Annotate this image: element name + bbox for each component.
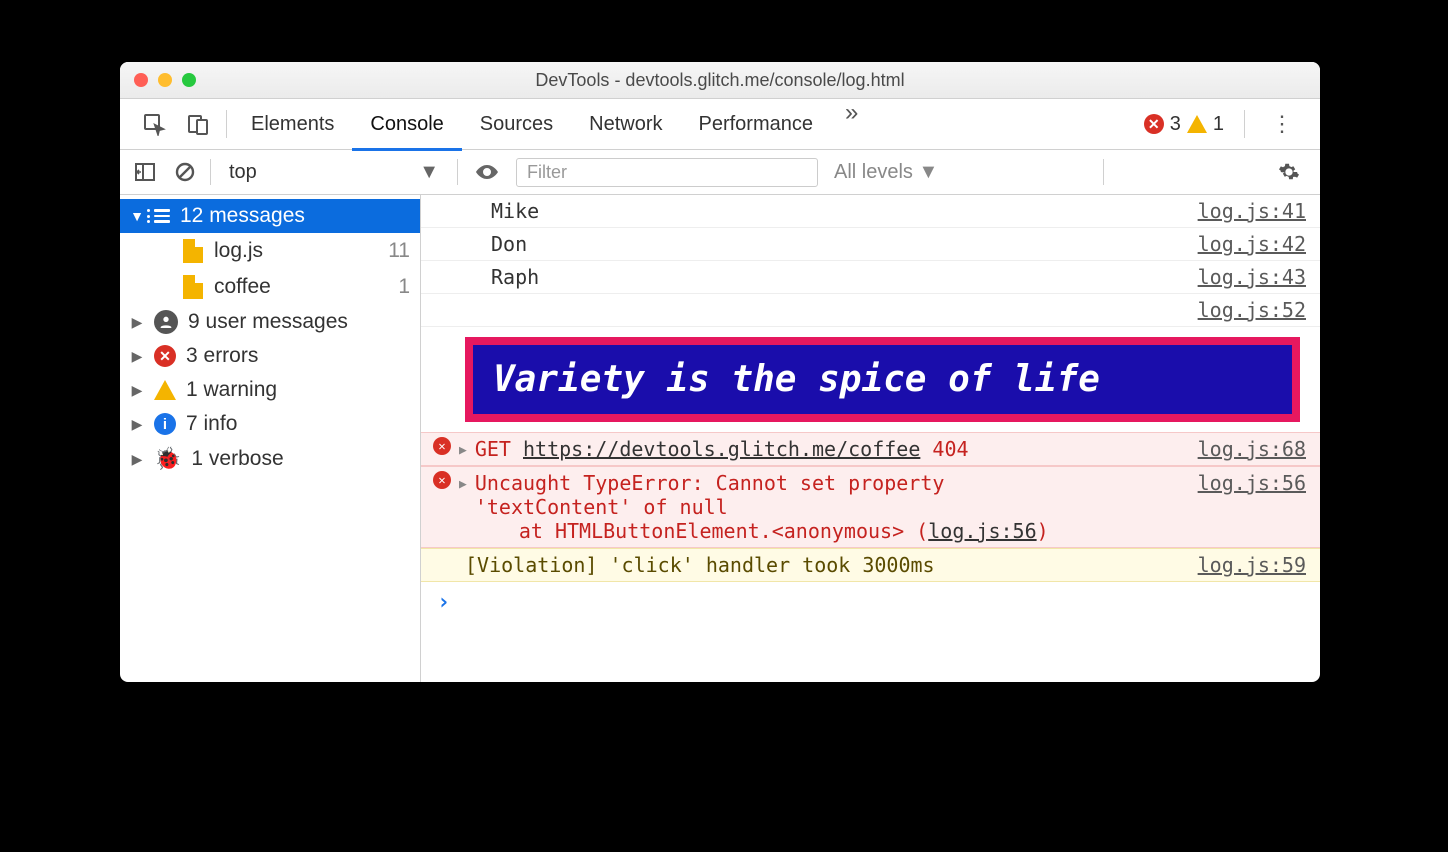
- error-icon: ✕: [433, 471, 451, 489]
- tab-elements[interactable]: Elements: [233, 99, 352, 150]
- tabbar: Elements Console Sources Network Perform…: [120, 99, 1320, 150]
- gear-icon[interactable]: [1268, 161, 1310, 183]
- cat-label: 1 verbose: [191, 447, 283, 471]
- chevron-right-icon: ▶: [130, 314, 144, 331]
- sidebar-item-warnings[interactable]: ▶ 1 warning: [120, 373, 420, 407]
- styled-log: Variety is the spice of life: [465, 337, 1300, 422]
- warning-icon: [154, 380, 176, 400]
- error-row[interactable]: ✕ ▶ GET https://devtools.glitch.me/coffe…: [421, 432, 1320, 466]
- source-link[interactable]: log.js:59: [1184, 549, 1320, 581]
- cat-label: 1 warning: [186, 378, 277, 402]
- log-row[interactable]: Don log.js:42: [421, 228, 1320, 261]
- chevron-right-icon[interactable]: ▶: [459, 437, 467, 458]
- exception-text: Uncaught TypeError: Cannot set property …: [475, 471, 1049, 543]
- tabs-overflow[interactable]: »: [831, 99, 872, 150]
- source-link[interactable]: log.js:68: [1184, 433, 1320, 465]
- devtools-window: DevTools - devtools.glitch.me/console/lo…: [120, 62, 1320, 682]
- source-link[interactable]: log.js:56: [1184, 467, 1320, 499]
- cat-label: 9 user messages: [188, 310, 348, 334]
- person-icon: [154, 310, 178, 334]
- live-expression-icon[interactable]: [468, 162, 506, 182]
- stack-link[interactable]: log.js:56: [928, 519, 1036, 543]
- clear-console-icon[interactable]: [170, 161, 200, 183]
- file-count: 11: [388, 239, 410, 263]
- log-text: Mike: [421, 195, 1184, 227]
- sidebar-item-user-messages[interactable]: ▶ 9 user messages: [120, 305, 420, 339]
- console-toolbar: top ▼ Filter All levels ▼: [120, 150, 1320, 195]
- kebab-menu-icon[interactable]: ⋮: [1257, 111, 1308, 137]
- tabbar-status: ✕ 3 1 ⋮: [1144, 110, 1308, 138]
- context-selector[interactable]: top ▼: [221, 159, 447, 186]
- window-title: DevTools - devtools.glitch.me/console/lo…: [120, 70, 1320, 91]
- error-icon: ✕: [154, 345, 176, 367]
- sidebar-item-messages[interactable]: ▼ 12 messages: [120, 199, 420, 233]
- error-icon: ✕: [433, 437, 451, 455]
- toggle-sidebar-icon[interactable]: [130, 161, 160, 183]
- cat-label: 3 errors: [186, 344, 258, 368]
- console-sidebar: ▼ 12 messages log.js 11 coffee 1 ▶ 9 use…: [120, 195, 421, 682]
- error-row[interactable]: ✕ ▶ Uncaught TypeError: Cannot set prope…: [421, 466, 1320, 548]
- chevron-right-icon: ▶: [130, 382, 144, 399]
- violation-text: [Violation] 'click' handler took 3000ms: [421, 549, 1184, 581]
- sidebar-file-logjs[interactable]: log.js 11: [120, 233, 420, 269]
- tab-sources[interactable]: Sources: [462, 99, 571, 150]
- file-count: 1: [398, 275, 410, 299]
- file-name: log.js: [214, 239, 263, 263]
- file-icon: [182, 238, 204, 264]
- inspect-icon[interactable]: [132, 112, 176, 136]
- source-link[interactable]: log.js:41: [1184, 195, 1320, 227]
- tab-performance[interactable]: Performance: [681, 99, 832, 150]
- error-count: 3: [1170, 113, 1181, 136]
- violation-row[interactable]: [Violation] 'click' handler took 3000ms …: [421, 548, 1320, 582]
- sidebar-item-errors[interactable]: ▶ ✕ 3 errors: [120, 339, 420, 373]
- level-selector[interactable]: All levels ▼: [834, 161, 938, 184]
- sidebar-file-coffee[interactable]: coffee 1: [120, 269, 420, 305]
- http-method: GET: [475, 437, 511, 461]
- log-text: [421, 294, 1184, 326]
- chevron-right-icon: ▶: [130, 348, 144, 365]
- tab-network[interactable]: Network: [571, 99, 680, 150]
- chevron-down-icon: ▼: [130, 208, 144, 224]
- error-badge-icon[interactable]: ✕: [1144, 114, 1164, 134]
- context-label: top: [229, 161, 257, 184]
- filter-input[interactable]: Filter: [516, 158, 818, 187]
- console-output: Mike log.js:41 Don log.js:42 Raph log.js…: [421, 195, 1320, 682]
- request-url[interactable]: https://devtools.glitch.me/coffee: [523, 437, 920, 461]
- log-row[interactable]: log.js:52: [421, 294, 1320, 327]
- chevron-right-icon: ▶: [130, 451, 144, 468]
- info-icon: i: [154, 413, 176, 435]
- sidebar-item-info[interactable]: ▶ i 7 info: [120, 407, 420, 441]
- warning-badge-icon[interactable]: [1187, 115, 1207, 133]
- console-prompt[interactable]: ›: [421, 582, 1320, 623]
- chevron-down-icon: ▼: [419, 161, 439, 184]
- source-link[interactable]: log.js:52: [1184, 294, 1320, 326]
- sidebar-item-verbose[interactable]: ▶ 🐞 1 verbose: [120, 441, 420, 477]
- warning-count: 1: [1213, 113, 1224, 136]
- http-status: 404: [932, 437, 968, 461]
- list-icon: [154, 209, 170, 223]
- device-toggle-icon[interactable]: [176, 112, 220, 136]
- cat-label: 7 info: [186, 412, 237, 436]
- log-row[interactable]: Mike log.js:41: [421, 195, 1320, 228]
- source-link[interactable]: log.js:43: [1184, 261, 1320, 293]
- chevron-right-icon[interactable]: ▶: [459, 471, 467, 492]
- file-icon: [182, 274, 204, 300]
- tab-console[interactable]: Console: [352, 99, 461, 150]
- chevron-right-icon: ▶: [130, 416, 144, 433]
- log-row[interactable]: Raph log.js:43: [421, 261, 1320, 294]
- tabs: Elements Console Sources Network Perform…: [233, 99, 872, 150]
- source-link[interactable]: log.js:42: [1184, 228, 1320, 260]
- bug-icon: 🐞: [154, 446, 181, 472]
- file-name: coffee: [214, 275, 271, 299]
- log-text: Don: [421, 228, 1184, 260]
- log-text: Raph: [421, 261, 1184, 293]
- messages-label: 12 messages: [180, 204, 305, 228]
- titlebar: DevTools - devtools.glitch.me/console/lo…: [120, 62, 1320, 99]
